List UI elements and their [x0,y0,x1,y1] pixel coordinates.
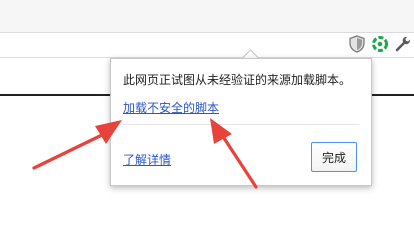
done-button[interactable]: 完成 [311,142,357,172]
annotation-arrow-left [32,120,122,170]
shield-icon[interactable] [348,35,366,53]
load-unsafe-script-link[interactable]: 加载不安全的脚本 [123,99,219,116]
browser-window: 此网页正试图从未经验证的来源加载脚本。 加载不安全的脚本 了解详情 完成 [0,0,414,250]
learn-more-link[interactable]: 了解详情 [123,151,171,168]
wrench-icon[interactable] [394,35,412,53]
popup-divider [123,124,359,125]
unsafe-script-popup: 此网页正试图从未经验证的来源加载脚本。 加载不安全的脚本 了解详情 完成 [110,58,372,186]
recycle-icon[interactable] [371,35,389,53]
popup-message: 此网页正试图从未经验证的来源加载脚本。 [123,73,352,87]
